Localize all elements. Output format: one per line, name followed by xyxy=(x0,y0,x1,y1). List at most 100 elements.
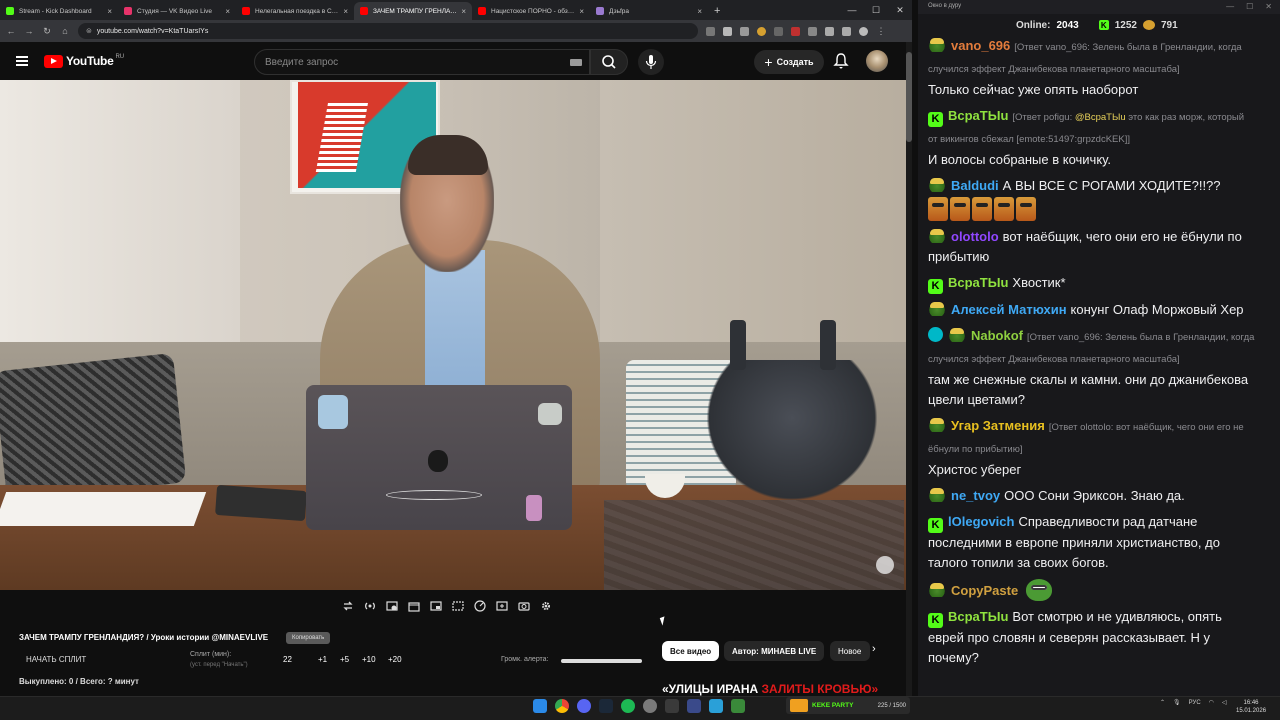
chrome-icon[interactable] xyxy=(555,699,569,713)
tab-close-icon[interactable]: × xyxy=(697,7,702,16)
tab-close-icon[interactable]: × xyxy=(343,7,348,16)
speaker-icon[interactable]: ◁ xyxy=(1222,699,1227,706)
chat-username[interactable]: CopyPaste xyxy=(951,583,1018,598)
kick-party-widget[interactable]: KEKE PARTY 225 / 1500 xyxy=(786,697,910,714)
obs-icon[interactable] xyxy=(643,699,657,713)
create-button[interactable]: + Создать xyxy=(754,50,824,74)
back-icon[interactable]: ← xyxy=(6,26,16,36)
zoom-icon[interactable] xyxy=(723,26,732,36)
tab-close-icon[interactable]: × xyxy=(579,7,584,16)
extension-icon[interactable] xyxy=(757,26,766,36)
keyboard-icon[interactable] xyxy=(570,59,582,66)
bookmark-star-icon[interactable] xyxy=(740,26,749,36)
minimize-icon[interactable]: — xyxy=(840,0,864,20)
home-icon[interactable]: ⌂ xyxy=(60,26,70,36)
language-indicator[interactable]: РУС xyxy=(1189,700,1201,706)
youtube-logo[interactable]: YouTube RU xyxy=(44,54,124,68)
extension-icon[interactable] xyxy=(706,26,715,36)
channel-watermark-icon[interactable] xyxy=(876,556,894,574)
picture-in-picture-icon[interactable] xyxy=(428,598,444,614)
extension-icon[interactable] xyxy=(774,26,783,36)
chip-all-videos[interactable]: Все видео xyxy=(662,641,720,661)
chevron-up-icon[interactable]: ⌃ xyxy=(1160,699,1165,706)
film-strip-icon[interactable] xyxy=(450,598,466,614)
chat-username[interactable]: ВсраТЫu xyxy=(948,609,1008,624)
chat-username[interactable]: lOlegovich xyxy=(948,514,1014,529)
voice-search-button[interactable] xyxy=(638,49,664,75)
app-icon[interactable] xyxy=(731,699,745,713)
increment-button[interactable]: +1 xyxy=(318,655,327,664)
browser-tab[interactable]: Stream - Kick Dashboard × xyxy=(0,2,118,20)
media-player-icon[interactable] xyxy=(687,699,701,713)
chat-username[interactable]: vano_696 xyxy=(951,38,1010,53)
loop-icon[interactable] xyxy=(340,598,356,614)
taskbar-clock[interactable]: 16:46 15.01.2026 xyxy=(1236,699,1266,715)
start-split-button[interactable]: НАЧАТЬ СПЛИТ xyxy=(26,655,86,664)
minimize-icon[interactable]: — xyxy=(1226,0,1234,14)
discord-icon[interactable] xyxy=(577,699,591,713)
chip-author[interactable]: Автор: МИНАЕВ LIVE xyxy=(724,641,825,661)
gear-icon[interactable] xyxy=(538,598,554,614)
camera-icon[interactable] xyxy=(516,598,532,614)
chevron-right-icon[interactable]: › xyxy=(872,643,876,655)
chat-username[interactable]: Алексей Матюхин xyxy=(951,302,1067,317)
chat-username[interactable]: ВсраТЫu xyxy=(948,275,1008,290)
speed-gauge-icon[interactable] xyxy=(472,598,488,614)
steam-icon[interactable] xyxy=(599,699,613,713)
menu-dots-icon[interactable]: ⋮ xyxy=(876,26,886,37)
chat-username[interactable]: Nabokof xyxy=(971,328,1023,343)
browser-tab[interactable]: Нелегальная поездка в Сири… × xyxy=(236,2,354,20)
browser-tab[interactable]: ЗАЧЕМ ТРАМПУ ГРЕНЛАН… × xyxy=(354,2,472,20)
notifications-button[interactable] xyxy=(832,52,850,75)
search-input[interactable]: Введите запрос xyxy=(254,49,590,75)
chat-username[interactable]: ВсраТЫu xyxy=(948,108,1008,123)
scrollbar-thumb[interactable] xyxy=(906,52,912,142)
reload-icon[interactable]: ↻ xyxy=(42,26,52,37)
increment-button[interactable]: +20 xyxy=(388,655,402,664)
add-clip-icon[interactable] xyxy=(494,598,510,614)
increment-button[interactable]: +5 xyxy=(340,655,349,664)
alert-volume-slider[interactable] xyxy=(561,659,642,663)
chat-username[interactable]: ne_tvoy xyxy=(951,488,1000,503)
tab-close-icon[interactable]: × xyxy=(107,7,112,16)
sidebar-icon[interactable] xyxy=(842,26,851,36)
clapperboard-icon[interactable] xyxy=(406,598,422,614)
browser-tab[interactable]: Студия — VK Видео Live × xyxy=(118,2,236,20)
extension-icon[interactable] xyxy=(791,26,800,36)
browser-tab[interactable]: Дзьfра × xyxy=(590,2,708,20)
mic-icon[interactable]: 🎙︎ xyxy=(1173,699,1181,706)
search-button[interactable] xyxy=(590,49,628,75)
split-minutes-input[interactable]: 22 xyxy=(283,655,292,664)
chat-username[interactable]: Угар Затмения xyxy=(951,418,1045,433)
spotify-icon[interactable] xyxy=(621,699,635,713)
broadcast-icon[interactable] xyxy=(362,598,378,614)
maximize-icon[interactable]: ☐ xyxy=(864,0,888,20)
avatar[interactable] xyxy=(866,50,888,72)
profile-icon[interactable] xyxy=(859,26,868,36)
screenshot-gallery-icon[interactable] xyxy=(384,598,400,614)
site-info-icon[interactable]: ⊜ xyxy=(86,27,92,35)
hamburger-menu-icon[interactable] xyxy=(16,56,28,66)
close-icon[interactable]: ✕ xyxy=(1265,0,1272,14)
close-icon[interactable]: ✕ xyxy=(888,0,912,20)
chat-username[interactable]: Baldudi xyxy=(951,178,999,193)
maximize-icon[interactable]: ☐ xyxy=(1246,0,1253,14)
download-icon[interactable] xyxy=(825,26,834,36)
browser-tab[interactable]: Нацистское ПОРНО - обзор в… × xyxy=(472,2,590,20)
video-player[interactable] xyxy=(0,80,906,590)
puzzle-icon[interactable] xyxy=(808,26,817,36)
tab-close-icon[interactable]: × xyxy=(461,7,466,16)
chat-username[interactable]: olottolo xyxy=(951,229,999,244)
tab-close-icon[interactable]: × xyxy=(225,7,230,16)
increment-button[interactable]: +10 xyxy=(362,655,376,664)
next-video-thumbnail-headline[interactable]: «УЛИЦЫ ИРАНА ЗАЛИТЫ КРОВЬЮ» xyxy=(662,682,898,696)
telegram-icon[interactable] xyxy=(709,699,723,713)
forward-icon[interactable]: → xyxy=(24,26,34,36)
chip-new[interactable]: Новое xyxy=(830,641,870,661)
copy-title-button[interactable]: Копировать xyxy=(286,632,331,644)
windows-start-icon[interactable] xyxy=(533,699,547,713)
url-field[interactable]: ⊜ youtube.com/watch?v=KtaTUarsIYs xyxy=(78,23,698,39)
new-tab-button[interactable]: + xyxy=(708,2,726,20)
app-icon[interactable] xyxy=(665,699,679,713)
wifi-icon[interactable]: ◠ xyxy=(1209,699,1214,706)
